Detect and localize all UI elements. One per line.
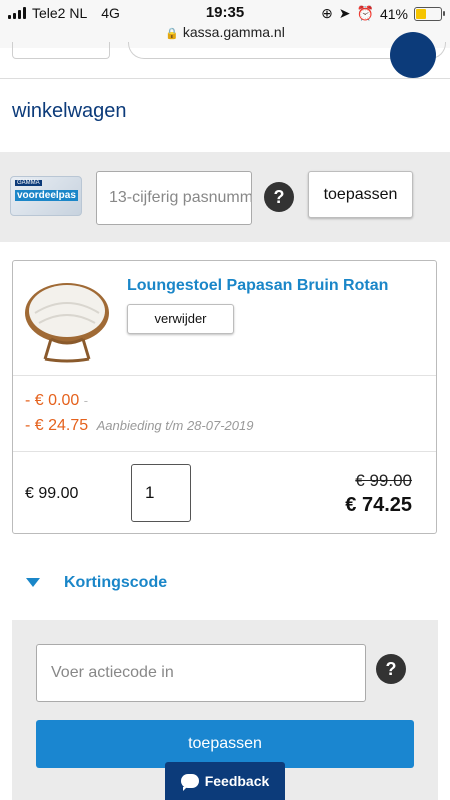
old-price: € 99.00 xyxy=(355,471,412,490)
divider xyxy=(13,375,436,376)
chat-bubble-icon xyxy=(180,774,199,791)
url-text: kassa.gamma.nl xyxy=(182,24,285,40)
kortingscode-toggle[interactable]: Kortingscode xyxy=(64,574,167,592)
location-icon: ➤ xyxy=(338,5,351,21)
site-header xyxy=(0,32,450,79)
discount-amount: - € 0.00 xyxy=(25,392,80,409)
card-label: voordeelpas xyxy=(15,190,78,201)
discount-suffix: - xyxy=(83,393,89,408)
discount-amount: - € 24.75 xyxy=(25,417,89,434)
feedback-label: Feedback xyxy=(204,773,270,789)
address-bar[interactable]: 🔒 kassa.gamma.nl xyxy=(0,24,450,40)
actiecode-apply-button[interactable]: toepassen xyxy=(36,720,414,768)
discount-note: Aanbieding t/m 28-07-2019 xyxy=(96,418,254,433)
status-bar: Tele2 NL 4G 19:35 ⊕ ➤ ⏰ 41% 🔒 kassa.gamma… xyxy=(0,0,450,48)
rotation-lock-icon: ⊕ xyxy=(321,5,333,21)
cart-item: Loungestoel Papasan Bruin Rotan verwijde… xyxy=(12,260,437,534)
voordeelpas-card-icon: GAMMA voordeelpas xyxy=(10,176,82,216)
search-button[interactable] xyxy=(390,32,436,78)
help-icon[interactable]: ? xyxy=(264,182,294,212)
lock-icon: 🔒 xyxy=(165,28,179,40)
voordeelpas-section: GAMMA voordeelpas 13-cijferig pasnummer … xyxy=(0,152,450,242)
unit-price: € 99.00 xyxy=(25,485,79,502)
discount-line: - € 0.00 - xyxy=(25,392,88,410)
discount-line: - € 24.75 Aanbieding t/m 28-07-2019 xyxy=(25,417,253,435)
product-name[interactable]: Loungestoel Papasan Bruin Rotan xyxy=(127,277,388,295)
card-brand: GAMMA xyxy=(15,180,42,186)
alarm-icon: ⏰ xyxy=(356,5,374,21)
page-title: winkelwagen xyxy=(12,100,127,122)
remove-button[interactable]: verwijder xyxy=(127,304,234,334)
voordeelpas-apply-button[interactable]: toepassen xyxy=(308,171,413,218)
help-icon[interactable]: ? xyxy=(376,654,406,684)
status-icons: ⊕ ➤ ⏰ 41% xyxy=(321,5,445,22)
product-image[interactable] xyxy=(21,273,113,365)
battery-percent: 41% xyxy=(379,5,408,22)
pasnummer-input[interactable]: 13-cijferig pasnummer xyxy=(96,171,252,225)
caret-down-icon[interactable] xyxy=(26,578,40,587)
menu-button[interactable] xyxy=(12,42,110,59)
total-price: € 74.25 xyxy=(345,494,412,516)
divider xyxy=(13,451,436,452)
battery-icon xyxy=(414,6,445,21)
feedback-button[interactable]: Feedback xyxy=(165,762,285,800)
actiecode-input[interactable]: Voer actiecode in xyxy=(36,644,366,702)
quantity-input[interactable]: 1 xyxy=(131,464,191,522)
